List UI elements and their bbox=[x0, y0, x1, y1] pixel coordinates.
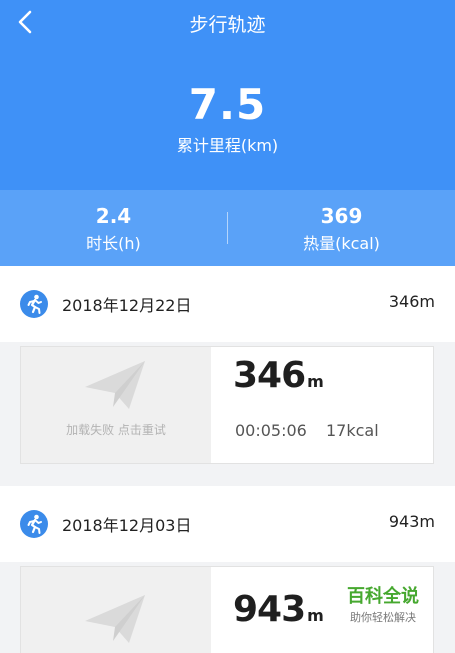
record-date: 2018年12月03日 bbox=[62, 516, 192, 535]
calories-label: 热量(kcal) bbox=[303, 234, 380, 253]
record-distance: 943m bbox=[388, 512, 435, 531]
duration-label: 时长(h) bbox=[86, 234, 141, 253]
record-date-row[interactable]: 2018年12月03日 943m bbox=[0, 486, 455, 562]
calories-value: 369 bbox=[320, 204, 363, 228]
page-title: 步行轨迹 bbox=[189, 14, 266, 36]
record-big-distance-unit: m bbox=[307, 372, 324, 391]
runner-icon bbox=[20, 510, 48, 538]
calories-stat: 369 热量(kcal) bbox=[228, 204, 455, 254]
watermark-subtitle: 助你轻松解决 bbox=[350, 611, 416, 624]
map-load-failed-text[interactable]: 加载失败 点击重试 bbox=[21, 421, 211, 438]
stats-bar: 2.4 时长(h) 369 热量(kcal) bbox=[0, 190, 455, 266]
record-big-distance-unit: m bbox=[307, 606, 324, 625]
map-thumbnail[interactable]: 加载失败 点击重试 bbox=[21, 347, 211, 463]
runner-icon bbox=[20, 290, 48, 318]
record-duration: 00:05:06 bbox=[235, 421, 307, 440]
record-date-row[interactable]: 2018年12月22日 346m bbox=[0, 266, 455, 342]
duration-value: 2.4 bbox=[95, 204, 132, 228]
paper-plane-icon bbox=[85, 361, 145, 409]
watermark-title: 百科全说 bbox=[347, 586, 419, 607]
record-big-distance-value: 346 bbox=[233, 355, 306, 396]
header: 步行轨迹 7.5 累计里程(km) bbox=[0, 0, 455, 190]
duration-stat: 2.4 时长(h) bbox=[0, 204, 227, 254]
total-distance: 7.5 bbox=[188, 80, 267, 129]
watermark: 百科全说 助你轻松解决 bbox=[333, 582, 433, 625]
record-big-distance: 346 m bbox=[233, 355, 324, 396]
record-distance: 346m bbox=[388, 292, 435, 311]
record-calories: 17kcal bbox=[326, 421, 379, 440]
record-date: 2018年12月22日 bbox=[62, 296, 192, 315]
total-distance-label: 累计里程(km) bbox=[176, 136, 279, 155]
paper-plane-icon bbox=[85, 595, 145, 643]
record-big-distance-value: 943 bbox=[233, 589, 306, 630]
record-big-distance: 943 m bbox=[233, 589, 324, 630]
map-thumbnail[interactable] bbox=[21, 567, 211, 653]
record-card[interactable]: 加载失败 点击重试 346 m 00:05:06 17kcal bbox=[20, 346, 434, 464]
